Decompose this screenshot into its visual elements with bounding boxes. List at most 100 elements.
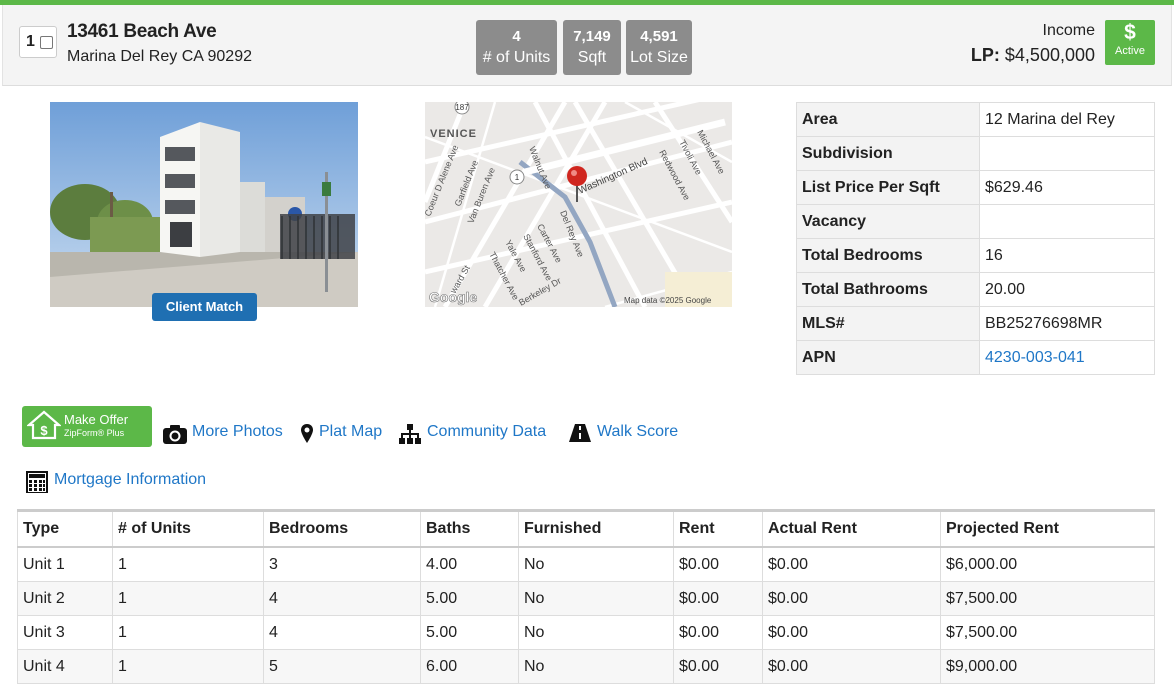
detail-row-bedrooms: Total Bedrooms 16 [796, 238, 1155, 273]
make-offer-button[interactable]: $ Make Offer ZipForm® Plus [22, 406, 152, 447]
list-price: LP: $4,500,000 [971, 45, 1095, 66]
cell-furnished: No [518, 615, 674, 650]
community-data-link[interactable]: Community Data [398, 423, 554, 445]
units-header-row: Type # of Units Bedrooms Baths Furnished… [17, 509, 1155, 548]
more-photos-label: More Photos [192, 423, 283, 440]
cell-type: Unit 2 [17, 581, 113, 616]
cell-bedrooms: 4 [263, 615, 421, 650]
make-offer-sublabel: ZipForm® Plus [64, 428, 125, 438]
stat-value: 4,591 [640, 28, 678, 45]
cell-baths: 5.00 [420, 581, 519, 616]
walk-score-label: Walk Score [597, 423, 679, 440]
plat-map-label: Plat Map [319, 423, 383, 440]
cell-units: 1 [112, 615, 264, 650]
col-baths: Baths [420, 509, 519, 548]
table-row: Unit 1 1 3 4.00 No $0.00 $0.00 $6,000.00 [17, 546, 1155, 582]
cell-type: Unit 4 [17, 649, 113, 684]
detail-row-mls: MLS# BB25276698MR [796, 306, 1155, 341]
property-details-table: Area 12 Marina del Rey Subdivision List … [796, 102, 1155, 375]
cell-rent: $0.00 [673, 649, 763, 684]
plat-map-link[interactable]: Plat Map [300, 423, 386, 445]
detail-label: Vacancy [796, 204, 980, 239]
client-match-button[interactable]: Client Match [152, 293, 257, 321]
detail-row-apn: APN 4230-003-041 [796, 340, 1155, 375]
stat-label: Lot Size [630, 49, 688, 66]
map-image: 187 1 VENICE Coeur D Alene Ave Garfield … [425, 102, 732, 307]
cell-actual-rent: $0.00 [762, 581, 941, 616]
col-type: Type [17, 509, 113, 548]
google-logo: Google [429, 289, 477, 305]
mortgage-information-label: Mortgage Information [54, 471, 207, 488]
cell-units: 1 [112, 581, 264, 616]
cell-rent: $0.00 [673, 546, 763, 582]
col-furnished: Furnished [518, 509, 674, 548]
dollar-icon: $ [1124, 21, 1136, 44]
detail-label: Total Bedrooms [796, 238, 980, 273]
cell-bedrooms: 3 [263, 546, 421, 582]
listing-header: 1 13461 Beach Ave Marina Del Rey CA 9029… [2, 5, 1172, 86]
camera-icon [163, 425, 187, 444]
cell-units: 1 [112, 649, 264, 684]
map-attribution: Map data ©2025 Google [624, 296, 712, 305]
cell-bedrooms: 4 [263, 581, 421, 616]
property-photo[interactable] [50, 102, 358, 307]
stat-label: # of Units [482, 49, 551, 66]
detail-value: 16 [979, 238, 1155, 273]
detail-value [979, 136, 1155, 171]
calculator-icon [26, 471, 48, 493]
stat-value: 4 [512, 28, 521, 45]
address-line2: Marina Del Rey CA 90292 [67, 48, 252, 65]
detail-label: Area [796, 102, 980, 137]
stat-label: Sqft [577, 49, 607, 66]
status-badge: $ Active [1105, 20, 1155, 65]
address-line1: 13461 Beach Ave [67, 21, 217, 42]
stat-lot-size: 4,591 Lot Size [626, 20, 692, 75]
location-map[interactable]: 187 1 VENICE Coeur D Alene Ave Garfield … [425, 102, 732, 307]
sitemap-icon [399, 424, 421, 444]
detail-row-bathrooms: Total Bathrooms 20.00 [796, 272, 1155, 307]
detail-label: Total Bathrooms [796, 272, 980, 307]
apn-link[interactable]: 4230-003-041 [985, 349, 1085, 366]
house-dollar-icon: $ [27, 410, 61, 440]
cell-furnished: No [518, 581, 674, 616]
cell-rent: $0.00 [673, 615, 763, 650]
mortgage-information-link[interactable]: Mortgage Information [26, 471, 221, 493]
stat-sqft: 7,149 Sqft [563, 20, 621, 75]
detail-row-area: Area 12 Marina del Rey [796, 102, 1155, 137]
cell-projected-rent: $9,000.00 [940, 649, 1155, 684]
cell-rent: $0.00 [673, 581, 763, 616]
svg-text:$: $ [40, 423, 48, 438]
cell-furnished: No [518, 546, 674, 582]
community-data-label: Community Data [427, 423, 547, 440]
map-marker-icon [301, 424, 313, 443]
select-listing[interactable]: 1 [19, 26, 57, 58]
cell-baths: 5.00 [420, 615, 519, 650]
listing-number: 1 [26, 33, 35, 50]
cell-projected-rent: $6,000.00 [940, 546, 1155, 582]
cell-actual-rent: $0.00 [762, 649, 941, 684]
cell-projected-rent: $7,500.00 [940, 581, 1155, 616]
cell-units: 1 [112, 546, 264, 582]
cell-baths: 6.00 [420, 649, 519, 684]
cell-actual-rent: $0.00 [762, 546, 941, 582]
map-label-hwy187: 187 [455, 103, 469, 112]
detail-row-subdivision: Subdivision [796, 136, 1155, 171]
detail-value [979, 204, 1155, 239]
cell-actual-rent: $0.00 [762, 615, 941, 650]
map-label-hwy1: 1 [515, 173, 520, 182]
detail-value: $629.46 [979, 170, 1155, 205]
stat-value: 7,149 [573, 28, 611, 45]
walk-score-link[interactable]: Walk Score [568, 423, 680, 445]
more-photos-link[interactable]: More Photos [162, 423, 288, 445]
select-checkbox[interactable] [40, 36, 53, 49]
detail-row-vacancy: Vacancy [796, 204, 1155, 239]
cell-type: Unit 3 [17, 615, 113, 650]
table-row: Unit 3 1 4 5.00 No $0.00 $0.00 $7,500.00 [17, 615, 1155, 650]
table-row: Unit 2 1 4 5.00 No $0.00 $0.00 $7,500.00 [17, 581, 1155, 616]
cell-type: Unit 1 [17, 546, 113, 582]
detail-value: 4230-003-041 [979, 340, 1155, 375]
road-icon [569, 424, 591, 442]
table-row: Unit 4 1 5 6.00 No $0.00 $0.00 $9,000.00 [17, 649, 1155, 684]
col-projected-rent: Projected Rent [940, 509, 1155, 548]
cell-furnished: No [518, 649, 674, 684]
